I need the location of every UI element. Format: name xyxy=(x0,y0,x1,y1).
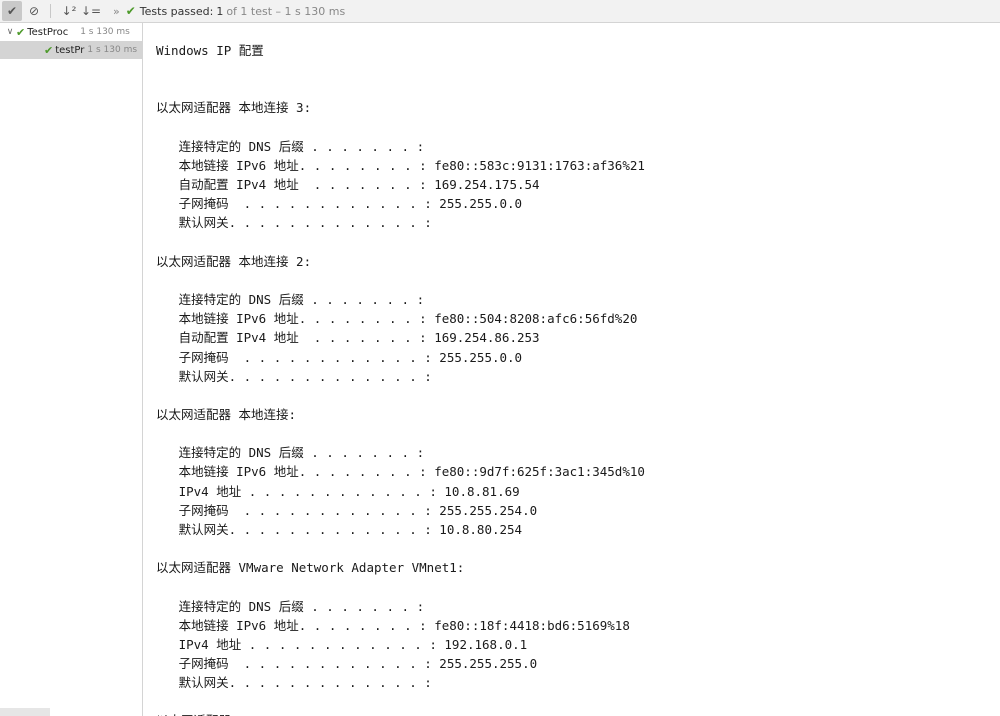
more-actions-button[interactable]: » xyxy=(113,5,120,18)
test-runner-toolbar: ✔ ⊘ ↓² ↓= » ✔ Tests passed: 1 of 1 test … xyxy=(0,0,1000,23)
sort-alpha-icon: ↓² xyxy=(61,4,77,18)
tree-item-time: 1 s 130 ms xyxy=(87,45,138,55)
tree-item-time: 1 s 130 ms xyxy=(80,27,130,37)
toolbar-divider xyxy=(50,4,51,18)
console-line: 以太网适配器 本地连接 3: xyxy=(156,100,312,116)
console-line: 默认网关. . . . . . . . . . . . . : xyxy=(156,215,432,231)
passed-check-icon: ✔ xyxy=(44,43,54,57)
status-label: Tests passed: xyxy=(139,4,214,18)
console-line: 连接特定的 DNS 后缀 . . . . . . . : xyxy=(156,292,425,308)
console-line: 子网掩码 . . . . . . . . . . . . : 255.255.0… xyxy=(156,196,523,212)
test-status: ✔ Tests passed: 1 of 1 test – 1 s 130 ms xyxy=(126,4,345,18)
console-line: 连接特定的 DNS 后缀 . . . . . . . : xyxy=(156,445,425,461)
console-line: 自动配置 IPv4 地址 . . . . . . . : 169.254.86.… xyxy=(156,330,540,346)
console-line: 自动配置 IPv4 地址 . . . . . . . : 169.254.175… xyxy=(156,177,540,193)
horizontal-scrollbar[interactable] xyxy=(0,708,50,716)
check-icon: ✔ xyxy=(6,4,18,18)
console-line: 连接特定的 DNS 后缀 . . . . . . . : xyxy=(156,138,425,154)
console-line: 本地链接 IPv6 地址. . . . . . . . : fe80::583c… xyxy=(156,157,645,173)
console-line: 子网掩码 . . . . . . . . . . . . : 255.255.2… xyxy=(156,656,538,671)
console-line: 以太网适配器 本地连接: xyxy=(156,406,297,422)
console-line: 默认网关. . . . . . . . . . . . . : 10.8.80.… xyxy=(156,521,523,537)
console-line: 连接特定的 DNS 后缀 . . . . . . . : xyxy=(156,598,425,614)
console-line: IPv4 地址 . . . . . . . . . . . . : 10.8.8… xyxy=(156,483,520,499)
console-line: 默认网关. . . . . . . . . . . . . : xyxy=(156,675,432,691)
console-output[interactable]: Windows IP 配置 以太网适配器 本地连接 3: 连接特定的 DNS 后… xyxy=(143,23,1000,716)
tree-item-test-method[interactable]: ✔ testPr 1 s 130 ms xyxy=(0,41,142,59)
stop-icon: ⊘ xyxy=(28,4,40,18)
passed-check-icon: ✔ xyxy=(125,4,136,18)
tree-item-name: TestProc xyxy=(27,26,69,38)
console-line: 本地链接 IPv6 地址. . . . . . . . : fe80::18f:… xyxy=(156,617,630,633)
console-line: 以太网适配器 VMware Network Adapter VMnet1: xyxy=(156,560,465,576)
show-passed-button[interactable]: ✔ xyxy=(2,1,22,21)
console-line: 以太网适配器 本地连接 2: xyxy=(156,253,312,269)
console-line: IPv4 地址 . . . . . . . . . . . . : 192.16… xyxy=(156,636,528,652)
status-count: 1 xyxy=(216,4,224,18)
tree-item-name: testPr xyxy=(55,44,85,56)
console-text: Windows IP 配置 以太网适配器 本地连接 3: 连接特定的 DNS 后… xyxy=(143,23,1000,716)
console-line: 子网掩码 . . . . . . . . . . . . : 255.255.2… xyxy=(156,502,538,518)
console-line: 本地链接 IPv6 地址. . . . . . . . : fe80::9d7f… xyxy=(156,464,645,480)
chevron-down-icon[interactable]: ∨ xyxy=(4,27,16,37)
console-line: 本地链接 IPv6 地址. . . . . . . . : fe80::504:… xyxy=(156,311,638,327)
passed-check-icon: ✔ xyxy=(16,25,26,39)
tree-item-test-class[interactable]: ∨ ✔ TestProc 1 s 130 ms xyxy=(0,23,142,41)
show-ignored-button[interactable]: ⊘ xyxy=(24,1,44,21)
sort-duration-icon: ↓= xyxy=(80,4,102,18)
console-line: 默认网关. . . . . . . . . . . . . : xyxy=(156,368,432,384)
sort-by-duration-button[interactable]: ↓= xyxy=(81,1,101,21)
console-line: Windows IP 配置 xyxy=(156,43,264,58)
test-tree: ∨ ✔ TestProc 1 s 130 ms ✔ testPr 1 s 130… xyxy=(0,23,143,716)
status-detail: of 1 test – 1 s 130 ms xyxy=(226,4,346,18)
console-line: 子网掩码 . . . . . . . . . . . . : 255.255.0… xyxy=(156,349,523,365)
sort-alphabetically-button[interactable]: ↓² xyxy=(59,1,79,21)
